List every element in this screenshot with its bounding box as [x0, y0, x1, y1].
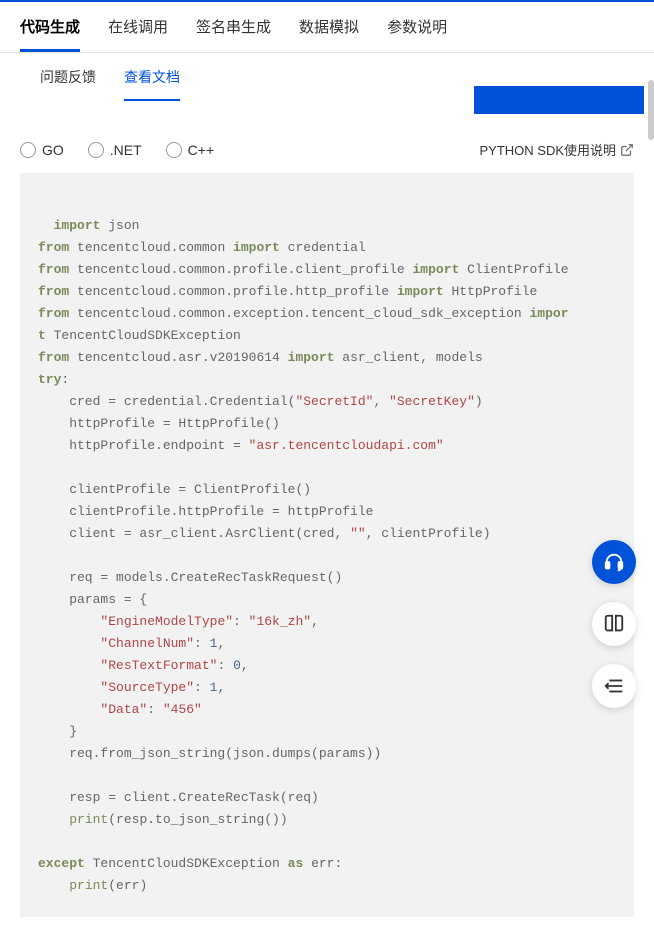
- subtab-view-doc[interactable]: 查看文档: [124, 53, 180, 101]
- main-tabs: 代码生成 在线调用 签名串生成 数据模拟 参数说明: [0, 2, 654, 53]
- headset-icon: [603, 551, 625, 573]
- tab-data-mock[interactable]: 数据模拟: [299, 2, 359, 52]
- sdk-doc-link[interactable]: PYTHON SDK使用说明: [479, 140, 634, 159]
- radio-dotnet[interactable]: .NET: [88, 142, 142, 158]
- code-block: import json from tencentcloud.common imp…: [20, 173, 634, 917]
- radio-circle-icon: [88, 142, 104, 158]
- float-buttons: [592, 540, 636, 708]
- radio-circle-icon: [20, 142, 36, 158]
- book-icon: [603, 613, 625, 635]
- tab-codegen[interactable]: 代码生成: [20, 2, 80, 52]
- language-row: GO .NET C++ PYTHON SDK使用说明: [0, 130, 654, 173]
- radio-circle-icon: [166, 142, 182, 158]
- subtab-feedback[interactable]: 问题反馈: [40, 53, 96, 101]
- collapse-button[interactable]: [592, 664, 636, 708]
- radio-go[interactable]: GO: [20, 142, 64, 158]
- copy-button[interactable]: [602, 187, 620, 205]
- radio-label: C++: [188, 142, 214, 158]
- sdk-link-label: PYTHON SDK使用说明: [479, 140, 616, 159]
- copy-icon: [633, 209, 634, 227]
- radio-cpp[interactable]: C++: [166, 142, 214, 158]
- tab-param-desc[interactable]: 参数说明: [387, 2, 447, 52]
- support-button[interactable]: [592, 540, 636, 584]
- tab-online-call[interactable]: 在线调用: [108, 2, 168, 52]
- docs-button[interactable]: [592, 602, 636, 646]
- collapse-icon: [603, 675, 625, 697]
- radio-label: GO: [42, 142, 64, 158]
- external-link-icon: [620, 143, 634, 157]
- action-button[interactable]: [474, 86, 644, 114]
- scrollbar[interactable]: [648, 80, 654, 140]
- radio-label: .NET: [110, 142, 142, 158]
- language-radio-group: GO .NET C++: [20, 142, 214, 158]
- tab-sign-gen[interactable]: 签名串生成: [196, 2, 271, 52]
